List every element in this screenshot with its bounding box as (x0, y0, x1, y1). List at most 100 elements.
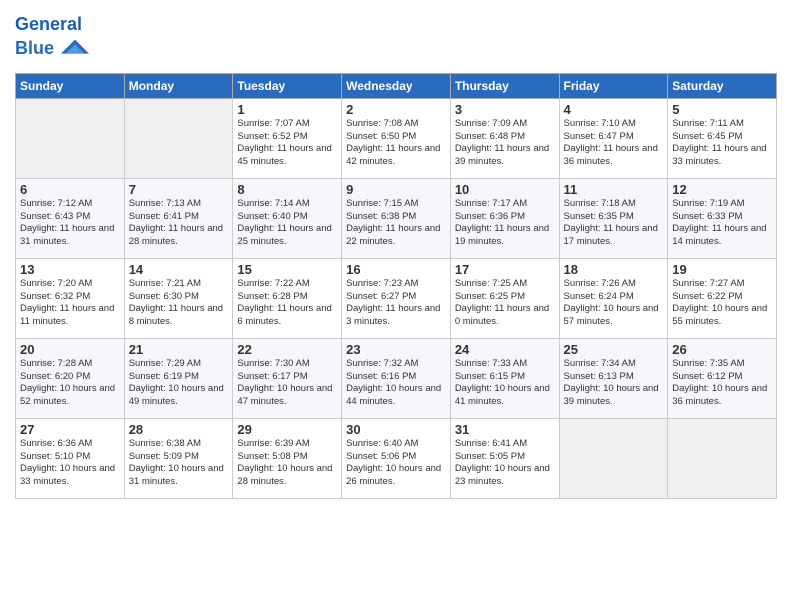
day-number: 6 (20, 182, 120, 197)
day-number: 15 (237, 262, 337, 277)
calendar-cell: 18Sunrise: 7:26 AMSunset: 6:24 PMDayligh… (559, 258, 668, 338)
day-number: 10 (455, 182, 555, 197)
calendar-cell: 23Sunrise: 7:32 AMSunset: 6:16 PMDayligh… (342, 338, 451, 418)
calendar-cell (16, 98, 125, 178)
cell-info: Sunrise: 6:41 AMSunset: 5:05 PMDaylight:… (455, 438, 555, 489)
calendar-cell: 27Sunrise: 6:36 AMSunset: 5:10 PMDayligh… (16, 418, 125, 498)
cell-info: Sunrise: 7:20 AMSunset: 6:32 PMDaylight:… (20, 278, 120, 329)
cell-info: Sunrise: 7:08 AMSunset: 6:50 PMDaylight:… (346, 118, 446, 169)
day-number: 25 (564, 342, 664, 357)
cell-info: Sunrise: 7:25 AMSunset: 6:25 PMDaylight:… (455, 278, 555, 329)
logo: General Blue (15, 15, 89, 63)
calendar-cell: 2Sunrise: 7:08 AMSunset: 6:50 PMDaylight… (342, 98, 451, 178)
cell-info: Sunrise: 7:27 AMSunset: 6:22 PMDaylight:… (672, 278, 772, 329)
cell-info: Sunrise: 7:22 AMSunset: 6:28 PMDaylight:… (237, 278, 337, 329)
calendar-cell: 1Sunrise: 7:07 AMSunset: 6:52 PMDaylight… (233, 98, 342, 178)
cell-info: Sunrise: 7:10 AMSunset: 6:47 PMDaylight:… (564, 118, 664, 169)
day-number: 21 (129, 342, 229, 357)
calendar-cell: 14Sunrise: 7:21 AMSunset: 6:30 PMDayligh… (124, 258, 233, 338)
calendar-cell: 12Sunrise: 7:19 AMSunset: 6:33 PMDayligh… (668, 178, 777, 258)
day-number: 7 (129, 182, 229, 197)
cell-info: Sunrise: 6:38 AMSunset: 5:09 PMDaylight:… (129, 438, 229, 489)
calendar-cell: 10Sunrise: 7:17 AMSunset: 6:36 PMDayligh… (450, 178, 559, 258)
cell-info: Sunrise: 7:26 AMSunset: 6:24 PMDaylight:… (564, 278, 664, 329)
cell-info: Sunrise: 7:14 AMSunset: 6:40 PMDaylight:… (237, 198, 337, 249)
day-number: 11 (564, 182, 664, 197)
cell-info: Sunrise: 7:30 AMSunset: 6:17 PMDaylight:… (237, 358, 337, 409)
cell-info: Sunrise: 7:12 AMSunset: 6:43 PMDaylight:… (20, 198, 120, 249)
page-header: General Blue (15, 10, 777, 63)
calendar-body: 1Sunrise: 7:07 AMSunset: 6:52 PMDaylight… (16, 98, 777, 498)
calendar-cell (124, 98, 233, 178)
calendar-cell: 5Sunrise: 7:11 AMSunset: 6:45 PMDaylight… (668, 98, 777, 178)
day-number: 19 (672, 262, 772, 277)
calendar-cell: 11Sunrise: 7:18 AMSunset: 6:35 PMDayligh… (559, 178, 668, 258)
day-number: 2 (346, 102, 446, 117)
week-row-2: 6Sunrise: 7:12 AMSunset: 6:43 PMDaylight… (16, 178, 777, 258)
calendar-cell: 9Sunrise: 7:15 AMSunset: 6:38 PMDaylight… (342, 178, 451, 258)
calendar-cell: 6Sunrise: 7:12 AMSunset: 6:43 PMDaylight… (16, 178, 125, 258)
day-header-monday: Monday (124, 73, 233, 98)
day-number: 30 (346, 422, 446, 437)
calendar-cell: 29Sunrise: 6:39 AMSunset: 5:08 PMDayligh… (233, 418, 342, 498)
cell-info: Sunrise: 7:17 AMSunset: 6:36 PMDaylight:… (455, 198, 555, 249)
day-header-saturday: Saturday (668, 73, 777, 98)
cell-info: Sunrise: 6:39 AMSunset: 5:08 PMDaylight:… (237, 438, 337, 489)
day-number: 3 (455, 102, 555, 117)
cell-info: Sunrise: 7:21 AMSunset: 6:30 PMDaylight:… (129, 278, 229, 329)
cell-info: Sunrise: 7:15 AMSunset: 6:38 PMDaylight:… (346, 198, 446, 249)
calendar-cell: 28Sunrise: 6:38 AMSunset: 5:09 PMDayligh… (124, 418, 233, 498)
day-header-wednesday: Wednesday (342, 73, 451, 98)
day-header-tuesday: Tuesday (233, 73, 342, 98)
calendar-cell: 22Sunrise: 7:30 AMSunset: 6:17 PMDayligh… (233, 338, 342, 418)
day-number: 23 (346, 342, 446, 357)
cell-info: Sunrise: 7:34 AMSunset: 6:13 PMDaylight:… (564, 358, 664, 409)
day-number: 14 (129, 262, 229, 277)
cell-info: Sunrise: 7:35 AMSunset: 6:12 PMDaylight:… (672, 358, 772, 409)
cell-info: Sunrise: 7:09 AMSunset: 6:48 PMDaylight:… (455, 118, 555, 169)
calendar-header-row: SundayMondayTuesdayWednesdayThursdayFrid… (16, 73, 777, 98)
calendar-cell: 25Sunrise: 7:34 AMSunset: 6:13 PMDayligh… (559, 338, 668, 418)
calendar-table: SundayMondayTuesdayWednesdayThursdayFrid… (15, 73, 777, 499)
cell-info: Sunrise: 7:32 AMSunset: 6:16 PMDaylight:… (346, 358, 446, 409)
day-number: 12 (672, 182, 772, 197)
calendar-cell: 13Sunrise: 7:20 AMSunset: 6:32 PMDayligh… (16, 258, 125, 338)
day-number: 29 (237, 422, 337, 437)
cell-info: Sunrise: 7:11 AMSunset: 6:45 PMDaylight:… (672, 118, 772, 169)
day-header-sunday: Sunday (16, 73, 125, 98)
calendar-cell: 26Sunrise: 7:35 AMSunset: 6:12 PMDayligh… (668, 338, 777, 418)
cell-info: Sunrise: 6:40 AMSunset: 5:06 PMDaylight:… (346, 438, 446, 489)
day-number: 5 (672, 102, 772, 117)
cell-info: Sunrise: 7:18 AMSunset: 6:35 PMDaylight:… (564, 198, 664, 249)
day-number: 20 (20, 342, 120, 357)
day-number: 9 (346, 182, 446, 197)
day-number: 27 (20, 422, 120, 437)
calendar-cell: 21Sunrise: 7:29 AMSunset: 6:19 PMDayligh… (124, 338, 233, 418)
day-number: 1 (237, 102, 337, 117)
calendar-cell: 20Sunrise: 7:28 AMSunset: 6:20 PMDayligh… (16, 338, 125, 418)
cell-info: Sunrise: 7:28 AMSunset: 6:20 PMDaylight:… (20, 358, 120, 409)
day-number: 17 (455, 262, 555, 277)
cell-info: Sunrise: 7:33 AMSunset: 6:15 PMDaylight:… (455, 358, 555, 409)
cell-info: Sunrise: 6:36 AMSunset: 5:10 PMDaylight:… (20, 438, 120, 489)
calendar-cell (668, 418, 777, 498)
week-row-3: 13Sunrise: 7:20 AMSunset: 6:32 PMDayligh… (16, 258, 777, 338)
calendar-cell: 17Sunrise: 7:25 AMSunset: 6:25 PMDayligh… (450, 258, 559, 338)
calendar-cell: 3Sunrise: 7:09 AMSunset: 6:48 PMDaylight… (450, 98, 559, 178)
calendar-cell: 4Sunrise: 7:10 AMSunset: 6:47 PMDaylight… (559, 98, 668, 178)
cell-info: Sunrise: 7:13 AMSunset: 6:41 PMDaylight:… (129, 198, 229, 249)
calendar-cell: 24Sunrise: 7:33 AMSunset: 6:15 PMDayligh… (450, 338, 559, 418)
day-number: 26 (672, 342, 772, 357)
day-number: 13 (20, 262, 120, 277)
day-number: 16 (346, 262, 446, 277)
day-number: 8 (237, 182, 337, 197)
calendar-cell: 16Sunrise: 7:23 AMSunset: 6:27 PMDayligh… (342, 258, 451, 338)
page-container: General Blue SundayMondayTuesdayWednesda… (0, 0, 792, 514)
logo-text-blue: Blue (15, 38, 54, 58)
day-number: 22 (237, 342, 337, 357)
calendar-cell: 7Sunrise: 7:13 AMSunset: 6:41 PMDaylight… (124, 178, 233, 258)
calendar-cell: 19Sunrise: 7:27 AMSunset: 6:22 PMDayligh… (668, 258, 777, 338)
day-number: 24 (455, 342, 555, 357)
calendar-cell: 15Sunrise: 7:22 AMSunset: 6:28 PMDayligh… (233, 258, 342, 338)
calendar-cell (559, 418, 668, 498)
